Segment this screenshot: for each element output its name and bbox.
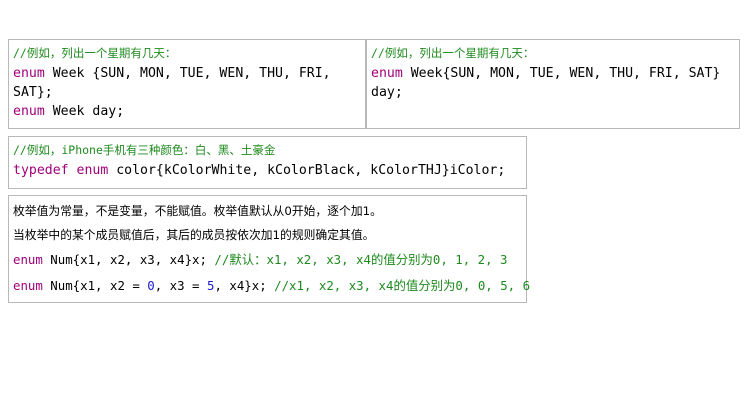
code-line: day; bbox=[371, 83, 739, 102]
code-text: , x4}x; bbox=[214, 278, 275, 293]
code-line: enum Week{SUN, MON, TUE, WEN, THU, FRI, … bbox=[371, 64, 739, 83]
code-text: Week{SUN, MON, TUE, WEN, THU, FRI, SAT} bbox=[402, 66, 721, 81]
code-box-iphone-color: //例如，iPhone手机有三种颜色：白、黑、土豪金 typedef enum … bbox=[8, 136, 527, 189]
number-literal: 0 bbox=[147, 278, 155, 293]
code-text: color{kColorWhite, kColorBlack, kColorTH… bbox=[108, 163, 506, 178]
rule-text: 枚举值为常量，不是变量，不能赋值。枚举值默认从0开始，逐个加1。 bbox=[13, 204, 382, 218]
code-line: enum Week {SUN, MON, TUE, WEN, THU, FRI, bbox=[13, 64, 365, 83]
code-line: SAT}; bbox=[13, 83, 365, 102]
keyword-typedef: typedef bbox=[13, 163, 69, 178]
code-text: SAT}; bbox=[13, 85, 53, 100]
rule-text: 当枚举中的某个成员赋值后，其后的成员按依次加1的规则确定其值。 bbox=[13, 228, 375, 242]
code-comment: //x1, x2, x3, x4的值分别为0, 0, 5, 6 bbox=[274, 278, 531, 293]
keyword-enum: enum bbox=[13, 104, 45, 119]
keyword-enum: enum bbox=[371, 66, 403, 81]
code-line: enum Week day; bbox=[13, 102, 365, 121]
code-text: Num{x1, x2 = bbox=[42, 278, 148, 293]
code-comment: //例如，列出一个星期有几天： bbox=[371, 46, 535, 60]
code-line: enum Num{x1, x2 = 0, x3 = 5, x4}x; //x1,… bbox=[13, 277, 530, 294]
enum-rules-box: 枚举值为常量，不是变量，不能赋值。枚举值默认从0开始，逐个加1。 当枚举中的某个… bbox=[8, 195, 530, 303]
code-line: typedef enum color{kColorWhite, kColorBl… bbox=[13, 161, 526, 180]
keyword-enum: enum bbox=[13, 278, 43, 293]
code-text: Num{x1, x2, x3, x4}x; bbox=[42, 252, 215, 267]
code-box-week-inline: //例如，列出一个星期有几天： enum Week{SUN, MON, TUE,… bbox=[366, 39, 740, 129]
code-text: day; bbox=[371, 85, 403, 100]
code-box-week-multiline: //例如，列出一个星期有几天： enum Week {SUN, MON, TUE… bbox=[8, 39, 366, 129]
code-line: enum Num{x1, x2, x3, x4}x; //默认：x1, x2, … bbox=[13, 251, 526, 268]
code-text: , x3 = bbox=[154, 278, 207, 293]
keyword-enum: enum bbox=[13, 252, 43, 267]
code-comment: //默认：x1, x2, x3, x4的值分别为0, 1, 2, 3 bbox=[214, 252, 508, 267]
keyword-enum: enum bbox=[76, 163, 109, 178]
keyword-enum: enum bbox=[13, 66, 45, 81]
code-text: Week day; bbox=[44, 104, 125, 119]
code-text: Week {SUN, MON, TUE, WEN, THU, FRI, bbox=[44, 66, 331, 81]
code-comment: //例如，iPhone手机有三种颜色：白、黑、土豪金 bbox=[13, 143, 276, 157]
code-comment: //例如，列出一个星期有几天： bbox=[13, 46, 177, 60]
